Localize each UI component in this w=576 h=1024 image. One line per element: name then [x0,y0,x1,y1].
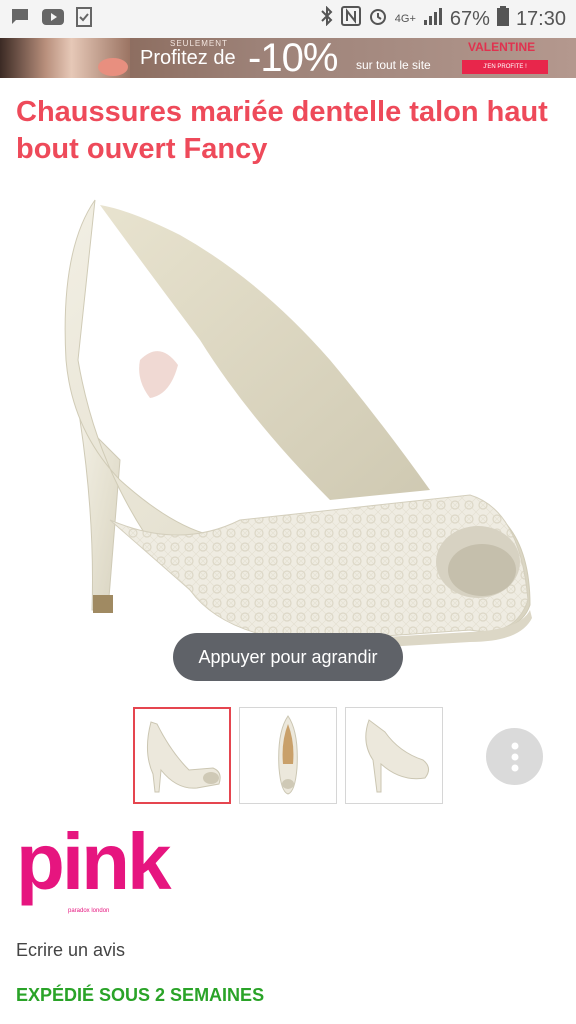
thumbnail-top-view[interactable] [239,707,337,804]
signal-icon [423,7,443,31]
product-image[interactable] [0,190,576,695]
system-icons: 4G+ 67% 17:30 [320,5,566,32]
notification-icons [10,6,92,32]
battery-percent: 67% [449,7,490,30]
banner-offer-suffix: sur tout le site [356,58,431,72]
network-type: 4G+ [394,13,416,25]
banner-cta-button[interactable]: J'EN PROFITE ! [462,60,548,74]
clock: 17:30 [515,7,566,30]
brand-name: pink [16,817,171,906]
nfc-icon [340,6,361,32]
more-vertical-icon [511,742,518,771]
product-title: Chaussures mariée dentelle talon haut bo… [16,96,548,165]
youtube-icon [42,8,64,30]
status-bar: 4G+ 67% 17:30 [0,0,576,38]
banner-offer-prefix: Profitez de [140,47,236,69]
bluetooth-icon [320,5,334,32]
promo-banner[interactable]: SEULEMENT Profitez de -10% sur tout le s… [0,38,576,78]
banner-rose-image [98,58,128,76]
more-options-button[interactable] [486,728,543,785]
thumbnail-back-view[interactable] [345,707,443,804]
banner-campaign: VALENTINE [468,40,536,54]
thumbnail-strip [133,707,443,804]
checklist-icon [76,6,92,32]
shipping-status: EXPÉDIÉ SOUS 2 SEMAINES [16,985,265,1005]
brand-logo[interactable]: pink paradox london [16,817,171,915]
battery-icon [496,6,509,32]
thumbnail-side-view[interactable] [133,707,231,804]
zoom-hint-pill[interactable]: Appuyer pour agrandir [173,633,403,681]
banner-offer-percent: -10% [248,38,338,78]
message-icon [10,8,30,31]
write-review-link[interactable]: Ecrire un avis [16,940,125,961]
alarm-icon [368,6,388,32]
brand-tagline: paradox london [68,908,110,914]
